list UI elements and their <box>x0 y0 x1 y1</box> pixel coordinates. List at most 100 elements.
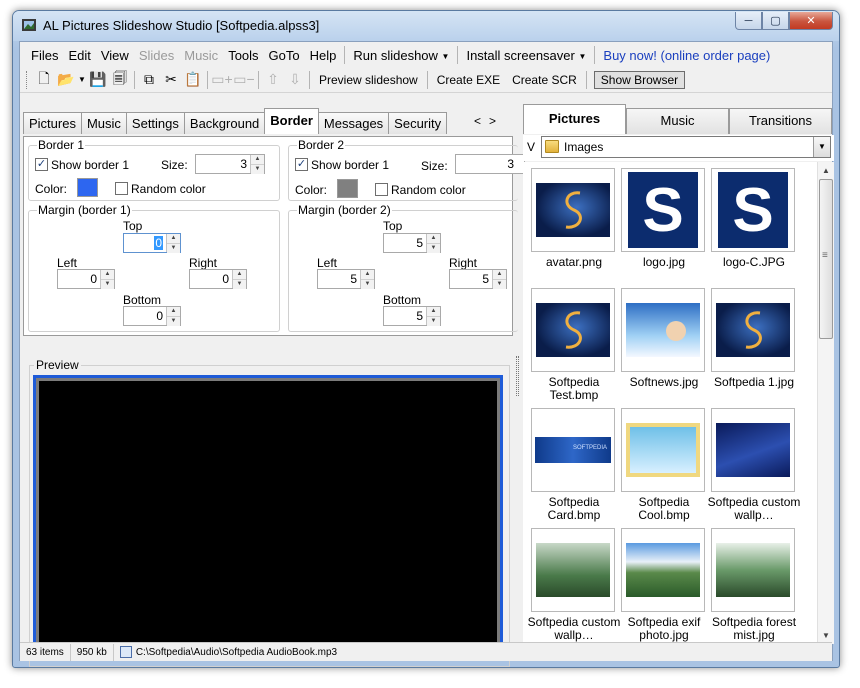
menu-goto[interactable]: GoTo <box>264 48 305 63</box>
vertical-scrollbar[interactable]: ▲ ▼ <box>817 162 834 644</box>
thumbnail-item[interactable]: Softpedia 1.jpg <box>709 288 799 406</box>
spin-down-icon[interactable]: ▼ <box>251 165 264 174</box>
thumbnail-image[interactable] <box>531 528 615 612</box>
tab-scroll-right-icon[interactable]: > <box>489 114 504 128</box>
preview-slideshow-button[interactable]: Preview slideshow <box>313 73 424 87</box>
scrollbar-thumb[interactable] <box>819 179 833 339</box>
paste-icon[interactable]: 📋 <box>182 69 204 91</box>
menu-install-screensaver[interactable]: Install screensaver ▼ <box>461 48 591 63</box>
margin1-top-spinner[interactable]: 0 ▲ ▼ <box>123 233 181 253</box>
tab-background[interactable]: Background <box>183 112 266 134</box>
menu-slides[interactable]: Slides <box>134 48 179 63</box>
tab-security[interactable]: Security <box>388 112 448 134</box>
thumbnail-image[interactable] <box>711 528 795 612</box>
show-browser-button[interactable]: Show Browser <box>593 70 686 89</box>
margin2-right-value[interactable]: 5 <box>450 270 492 288</box>
move-down-icon[interactable]: ⇩ <box>284 69 306 91</box>
spin-up-icon[interactable]: ▲ <box>493 270 506 280</box>
save-all-icon[interactable]: 🗐 <box>109 69 131 91</box>
margin1-bottom-spinner[interactable]: 0 ▲ ▼ <box>123 306 181 326</box>
margin1-right-spinner[interactable]: 0 ▲ ▼ <box>189 269 247 289</box>
thumbnail-item[interactable]: Softpedia Cool.bmp <box>619 408 709 526</box>
buy-now-link[interactable]: Buy now! (online order page) <box>598 48 775 63</box>
margin2-top-value[interactable]: 5 <box>384 234 426 252</box>
thumbnail-item[interactable]: Slogo-C.JPG <box>709 168 799 286</box>
menu-view[interactable]: View <box>96 48 134 63</box>
border1-size-spinner[interactable]: 3 ▲ ▼ <box>195 154 265 174</box>
spin-up-icon[interactable]: ▲ <box>167 307 180 317</box>
thumbnail-item[interactable]: Slogo.jpg <box>619 168 709 286</box>
border2-random-color-checkbox[interactable] <box>375 183 388 196</box>
scroll-up-icon[interactable]: ▲ <box>818 162 834 179</box>
view-toggle[interactable]: V <box>527 140 535 154</box>
thumbnail-image[interactable] <box>621 288 705 372</box>
open-folder-icon[interactable]: 📂 <box>55 69 77 91</box>
panel-splitter[interactable] <box>516 356 519 396</box>
browser-tab-music[interactable]: Music <box>626 108 729 134</box>
add-slide-icon[interactable]: ▭+ <box>211 69 233 91</box>
spin-down-icon[interactable]: ▼ <box>427 244 440 253</box>
spin-up-icon[interactable]: ▲ <box>167 234 180 244</box>
menu-help[interactable]: Help <box>305 48 342 63</box>
title-bar[interactable]: AL Pictures Slideshow Studio [Softpedia.… <box>13 11 839 41</box>
spin-up-icon[interactable]: ▲ <box>251 155 264 165</box>
spin-down-icon[interactable]: ▼ <box>167 244 180 253</box>
create-exe-button[interactable]: Create EXE <box>431 73 506 87</box>
margin2-bottom-spinner[interactable]: 5 ▲ ▼ <box>383 306 441 326</box>
thumbnail-item[interactable]: Softpedia exif photo.jpg <box>619 528 709 644</box>
thumbnail-image[interactable] <box>621 408 705 492</box>
margin1-left-spinner[interactable]: 0 ▲ ▼ <box>57 269 115 289</box>
margin1-bottom-value[interactable]: 0 <box>124 307 166 325</box>
create-scr-button[interactable]: Create SCR <box>506 73 583 87</box>
spin-down-icon[interactable]: ▼ <box>101 280 114 289</box>
spin-down-icon[interactable]: ▼ <box>167 317 180 326</box>
thumbnail-image[interactable] <box>531 288 615 372</box>
thumbnail-item[interactable]: avatar.png <box>529 168 619 286</box>
margin1-top-value[interactable]: 0 <box>124 234 166 252</box>
toolbar-grip[interactable] <box>26 70 29 89</box>
thumbnail-image[interactable] <box>711 408 795 492</box>
border1-color-swatch[interactable] <box>77 178 98 197</box>
thumbnail-image[interactable] <box>621 528 705 612</box>
margin1-left-value[interactable]: 0 <box>58 270 100 288</box>
show-border1-checkbox[interactable]: ✓ <box>35 158 48 171</box>
spin-up-icon[interactable]: ▲ <box>427 234 440 244</box>
menu-tools[interactable]: Tools <box>223 48 263 63</box>
menu-edit[interactable]: Edit <box>63 48 95 63</box>
margin1-right-value[interactable]: 0 <box>190 270 232 288</box>
minimize-button[interactable]: ─ <box>735 12 762 30</box>
remove-slide-icon[interactable]: ▭− <box>233 69 255 91</box>
thumbnail-item[interactable]: SOFTPEDIA Softpedia Card.bmp <box>529 408 619 526</box>
spin-down-icon[interactable]: ▼ <box>233 280 246 289</box>
border2-size-spinner[interactable]: 3 <box>455 154 525 174</box>
menu-music[interactable]: Music <box>179 48 223 63</box>
thumbnail-image[interactable]: SOFTPEDIA <box>531 408 615 492</box>
spin-down-icon[interactable]: ▼ <box>427 317 440 326</box>
dropdown-arrow-icon[interactable]: ▼ <box>77 69 87 91</box>
show-border2-checkbox[interactable]: ✓ <box>295 158 308 171</box>
browser-tab-pictures[interactable]: Pictures <box>523 104 626 134</box>
tab-scroll-left-icon[interactable]: < <box>474 114 489 128</box>
thumbnail-item[interactable]: Softnews.jpg <box>619 288 709 406</box>
thumbnail-image[interactable] <box>711 288 795 372</box>
spin-up-icon[interactable]: ▲ <box>233 270 246 280</box>
thumbnail-item[interactable]: Softpedia custom wallp… <box>528 528 620 644</box>
tab-border[interactable]: Border <box>264 108 319 134</box>
border2-color-swatch[interactable] <box>337 179 358 198</box>
margin2-left-value[interactable]: 5 <box>318 270 360 288</box>
border2-size-value[interactable]: 3 <box>456 155 524 173</box>
spin-up-icon[interactable]: ▲ <box>101 270 114 280</box>
copy-icon[interactable]: ⧉ <box>138 69 160 91</box>
margin2-right-spinner[interactable]: 5 ▲ ▼ <box>449 269 507 289</box>
border1-random-color-checkbox[interactable] <box>115 182 128 195</box>
tab-pictures[interactable]: Pictures <box>23 112 82 134</box>
thumbnail-item[interactable]: Softpedia Test.bmp <box>529 288 619 406</box>
border1-size-value[interactable]: 3 <box>196 155 250 173</box>
tab-settings[interactable]: Settings <box>125 112 185 134</box>
spin-up-icon[interactable]: ▲ <box>427 307 440 317</box>
menu-files[interactable]: Files <box>26 48 63 63</box>
menu-run-slideshow[interactable]: Run slideshow ▼ <box>348 48 454 63</box>
spin-up-icon[interactable]: ▲ <box>361 270 374 280</box>
spin-down-icon[interactable]: ▼ <box>361 280 374 289</box>
thumbnail-item[interactable]: Softpedia custom wallp… <box>708 408 800 526</box>
